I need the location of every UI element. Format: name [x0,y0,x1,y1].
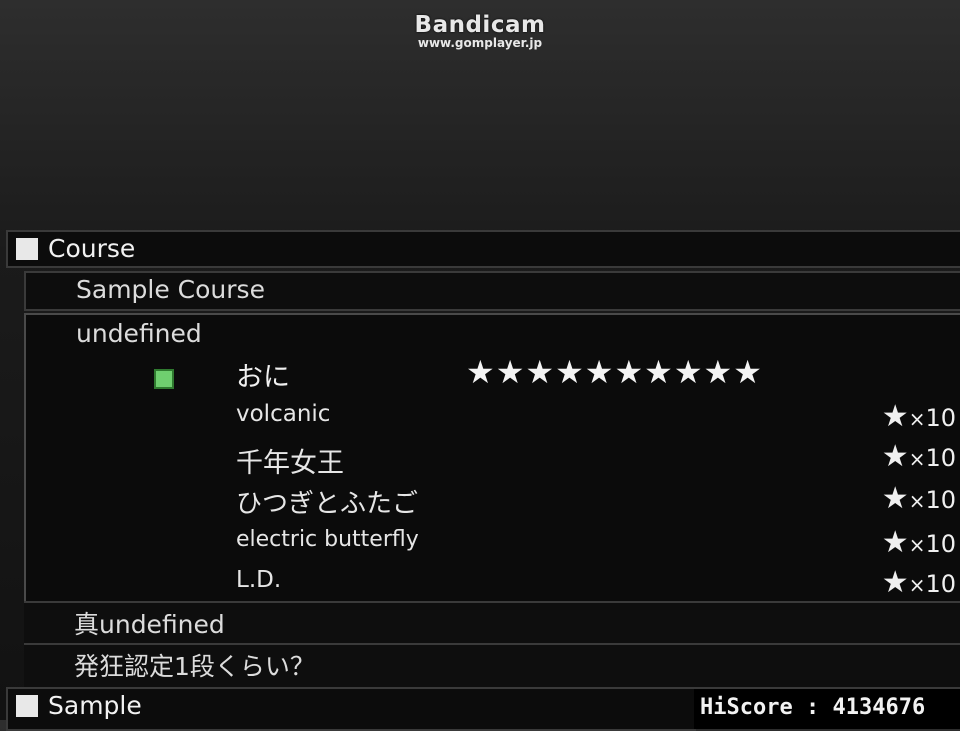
sample-folder-header[interactable]: Sample [6,687,696,731]
hiscore-text: HiScore : 4134676 [700,695,925,720]
song-title: 千年女王 [236,448,344,479]
folder-checkbox-icon [16,238,38,260]
multiply-icon: × [908,573,926,597]
song-row: 千年女王 ★×10 [236,439,956,481]
hiscore-separator: : [805,695,820,720]
song-title: electric butterfly [236,527,419,552]
song-level-value: 10 [925,404,956,432]
star-icon: ★ [881,481,909,516]
song-level: ★×10 [882,525,956,560]
watermark-title: Bandicam [414,12,546,38]
star-icon: ★ [881,439,909,474]
course-item-label: 発狂認定1段くらい？ [74,652,315,681]
song-row: volcanic ★×10 [236,399,956,441]
selected-difficulty-icon [154,369,174,389]
song-title: L.D. [236,567,282,593]
multiply-icon: × [908,407,926,431]
song-title: volcanic [236,401,331,427]
hiscore-display: HiScore : 4134676 [694,687,960,729]
star-icon: ★ [881,565,909,600]
course-folder-label: Course [48,234,136,263]
star-icon: ★ [881,399,909,434]
star-icon: ★ [881,525,909,560]
watermark-url: www.gomplayer.jp [417,36,543,50]
multiply-icon: × [908,533,926,557]
song-title: ひつぎとふたご [236,489,419,519]
course-item-hakkyou-dan[interactable]: 発狂認定1段くらい？ [24,643,960,689]
difficulty-stars: ★★★★★★★★★★ [466,353,763,391]
course-folder-header[interactable]: Course [6,230,960,268]
multiply-icon: × [908,447,926,471]
hiscore-value: 4134676 [832,695,926,720]
course-item-label: Sample Course [76,275,265,304]
song-row: ひつぎとふたご ★×10 [236,481,956,523]
course-panel-title: undefined [76,319,202,348]
multiply-icon: × [908,489,926,513]
song-level: ★×10 [882,399,956,434]
course-detail-panel[interactable]: undefined おに ★★★★★★★★★★ volcanic ★×10 千年… [24,313,960,603]
song-level: ★×10 [882,439,956,474]
song-row: electric butterfly ★×10 [236,525,956,567]
sample-folder-label: Sample [48,691,142,720]
course-item-shin-undefined[interactable]: 真undefined [24,601,960,645]
song-level: ★×10 [882,565,956,600]
difficulty-name: おに [236,362,290,393]
folder-checkbox-icon [16,695,38,717]
hiscore-label: HiScore [700,695,793,720]
song-level-value: 10 [925,570,956,598]
song-level-value: 10 [925,486,956,514]
course-item-label: 真undefined [74,610,225,639]
song-level: ★×10 [882,481,956,516]
bandicam-watermark: Bandicam www.gomplayer.jp [0,12,960,50]
course-item-sample-course[interactable]: Sample Course [24,271,960,311]
song-level-value: 10 [925,444,956,472]
song-level-value: 10 [925,530,956,558]
